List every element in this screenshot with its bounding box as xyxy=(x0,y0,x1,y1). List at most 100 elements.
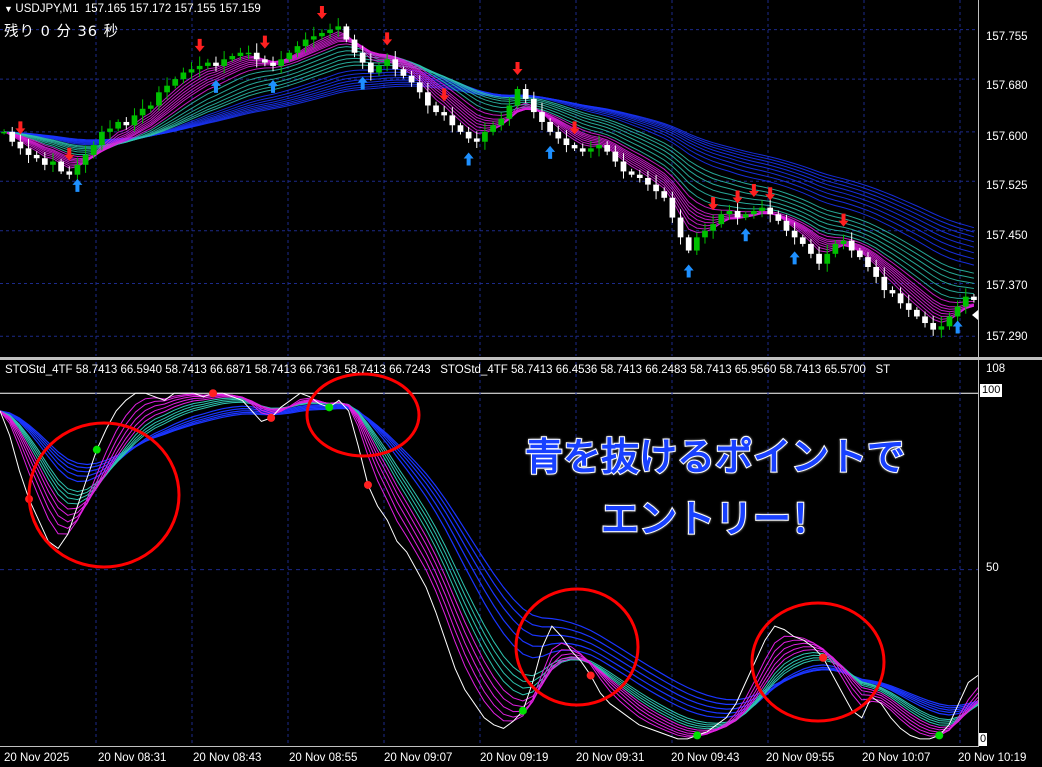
time-axis-border xyxy=(0,746,979,747)
signal-dot xyxy=(935,731,944,740)
candle-body xyxy=(123,121,130,126)
candle-body xyxy=(408,75,415,83)
candle-body xyxy=(816,253,822,264)
candle-body xyxy=(555,131,562,139)
candle-body xyxy=(799,237,806,244)
time-axis-label: 20 Nov 08:31 xyxy=(98,752,167,764)
buy-arrow-icon xyxy=(210,79,221,93)
candle-body xyxy=(441,112,448,116)
price-chart[interactable] xyxy=(0,0,978,356)
candle-body xyxy=(41,158,48,165)
candle-body xyxy=(270,62,276,66)
candle-body xyxy=(865,257,871,267)
candle-body xyxy=(873,267,879,277)
oscillator-chart[interactable] xyxy=(0,362,978,747)
candle-body xyxy=(889,290,896,294)
ema-line xyxy=(4,77,975,248)
signal-dot xyxy=(325,403,334,412)
candle-body xyxy=(905,303,912,310)
ema-line xyxy=(3,40,974,308)
candle-body xyxy=(156,92,162,106)
price-axis-label: 157.370 xyxy=(986,280,1028,292)
price-grid xyxy=(0,0,978,356)
symbol-label: USDJPY,M1 xyxy=(15,3,79,15)
signal-dot xyxy=(819,653,828,662)
candle-body xyxy=(914,309,920,317)
candle-body xyxy=(367,62,374,73)
sell-arrow-icon xyxy=(512,62,523,75)
signal-arrows xyxy=(15,5,963,334)
price-axis-label: 157.290 xyxy=(986,331,1028,343)
signal-dot xyxy=(586,671,595,680)
pane-separator[interactable] xyxy=(0,357,1042,360)
oscillator-header: STOStd_4TF 58.7413 66.5940 58.7413 66.68… xyxy=(5,364,891,376)
time-axis-label: 20 Nov 10:19 xyxy=(958,752,1027,764)
candle-body xyxy=(620,161,627,172)
candle-body xyxy=(775,214,782,221)
candle-body xyxy=(930,323,937,330)
candle-body xyxy=(954,306,961,317)
buy-arrow-icon xyxy=(72,178,83,192)
callout-line-2: エントリー！ xyxy=(600,496,830,542)
ema-line xyxy=(4,43,974,304)
candle-body xyxy=(74,164,81,175)
candle-body xyxy=(612,151,619,162)
candle-body xyxy=(473,138,480,142)
candle-body xyxy=(17,141,24,149)
candle-body xyxy=(465,131,472,139)
candle-body xyxy=(294,46,301,53)
candle-body xyxy=(221,59,227,66)
candle-body xyxy=(522,89,529,99)
highlight-circle xyxy=(514,587,640,707)
candle-body xyxy=(9,131,16,142)
candle-body xyxy=(767,207,774,215)
chart-menu-arrow-icon[interactable]: ▼ xyxy=(4,4,15,14)
candle-body xyxy=(58,161,64,172)
ema-line xyxy=(4,68,975,266)
candle-body xyxy=(392,59,399,70)
candle-body xyxy=(685,237,692,251)
candle-body xyxy=(571,145,578,149)
candle-body xyxy=(661,191,668,198)
candle-body xyxy=(645,178,651,185)
buy-arrow-icon xyxy=(463,152,474,166)
candles xyxy=(1,18,977,338)
candle-body xyxy=(742,214,749,218)
bar-countdown: 残り 0 分 36 秒 xyxy=(4,24,120,40)
callout-line-1: 青を抜けるポイントで xyxy=(524,434,906,480)
candle-body xyxy=(33,154,40,159)
candle-body xyxy=(693,237,700,251)
candle-body xyxy=(808,243,814,254)
price-axis-label: 157.450 xyxy=(986,230,1028,242)
time-axis-label: 20 Nov 09:31 xyxy=(576,752,645,764)
candle-body xyxy=(245,52,252,55)
time-axis-label: 20 Nov 09:07 xyxy=(384,752,453,764)
candle-body xyxy=(425,92,431,106)
candle-body xyxy=(90,145,97,155)
ema-line xyxy=(4,54,974,289)
candle-body xyxy=(669,197,676,218)
candle-body xyxy=(596,145,602,149)
candle-body xyxy=(319,32,325,37)
candle-body xyxy=(922,316,928,324)
price-axis-label: 157.755 xyxy=(986,31,1028,43)
buy-arrow-icon xyxy=(952,320,963,334)
time-axis-label: 20 Nov 2025 xyxy=(4,752,70,764)
buy-arrow-icon xyxy=(789,251,800,265)
signal-dot xyxy=(209,389,218,398)
candle-body xyxy=(253,52,260,60)
candle-body xyxy=(180,72,187,80)
osc-axis-50: 50 xyxy=(986,562,999,574)
candle-body xyxy=(498,118,505,126)
osc-axis-max: 108 xyxy=(986,363,1006,375)
time-axis-label: 20 Nov 10:07 xyxy=(862,752,931,764)
candle-body xyxy=(604,145,611,152)
candle-body xyxy=(229,56,236,60)
candle-body xyxy=(734,210,741,218)
candle-body xyxy=(530,98,537,113)
candle-body xyxy=(237,52,244,57)
candle-body xyxy=(400,69,407,76)
candle-body xyxy=(579,148,586,152)
signal-dot xyxy=(693,731,702,740)
candle-body xyxy=(881,276,888,291)
